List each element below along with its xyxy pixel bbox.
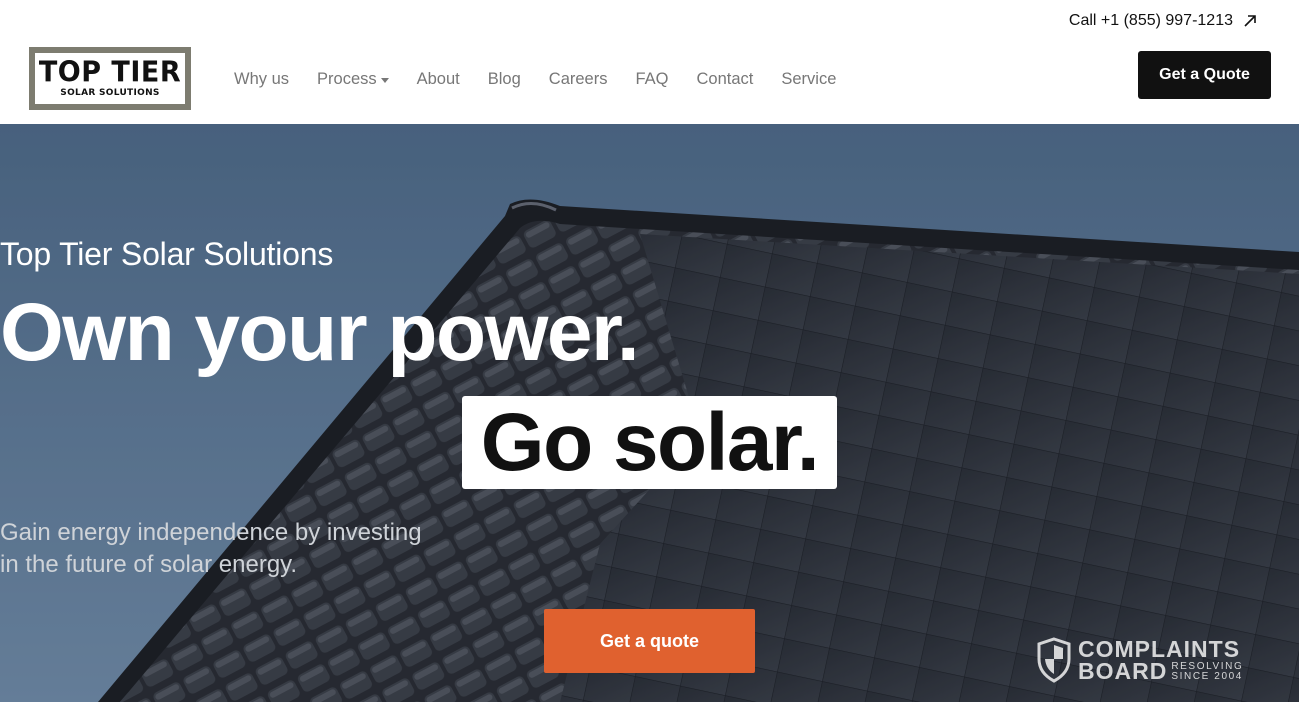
nav-label: Why us <box>234 70 290 88</box>
nav-label: Process <box>317 70 377 88</box>
site-header: Call +1 (855) 997-1213 TOP TIER SOLAR SO… <box>0 0 1299 124</box>
call-link[interactable]: Call +1 (855) 997-1213 <box>1069 12 1257 30</box>
nav-label: About <box>416 70 460 88</box>
badge-line-1: COMPLAINTS <box>1078 636 1241 662</box>
hero-kicker: Top Tier Solar Solutions <box>0 236 334 272</box>
nav-item-faq[interactable]: FAQ <box>621 69 682 89</box>
hero-subtitle-line-2: in the future of solar energy. <box>0 551 298 578</box>
logo-mark: TOP TIER SOLAR SOLUTIONS <box>35 53 185 104</box>
caret-down-icon <box>380 77 389 83</box>
nav-label: FAQ <box>635 70 669 88</box>
nav-label: Careers <box>548 70 608 88</box>
hero-highlight-box: Go solar. <box>462 396 837 489</box>
nav-item-why-us[interactable]: Why us <box>220 69 303 89</box>
nav-label: Service <box>781 70 837 88</box>
main-nav: Why us Process About Blog Careers FAQ Co… <box>220 69 850 89</box>
nav-item-contact[interactable]: Contact <box>682 69 767 89</box>
logo-main-text: TOP TIER <box>38 56 182 89</box>
hero-subtitle-line-1: Gain energy independence by investing <box>0 519 422 546</box>
nav-label: Contact <box>696 70 754 88</box>
hero-section: Top Tier Solar Solutions Own your power.… <box>0 124 1299 702</box>
nav-label: Blog <box>487 70 521 88</box>
badge-tagline: RESOLVING SINCE 2004 <box>1171 662 1243 682</box>
badge-line-2: BOARD <box>1078 658 1168 684</box>
nav-item-careers[interactable]: Careers <box>535 69 622 89</box>
hero-get-a-quote-button[interactable]: Get a quote <box>544 609 755 673</box>
badge-text: COMPLAINTS BOARD RESOLVING SINCE 2004 <box>1078 636 1243 684</box>
hero-subtitle: Gain energy independence by investing in… <box>0 517 1299 581</box>
nav-item-service[interactable]: Service <box>767 69 850 89</box>
logo-sub-text: SOLAR SOLUTIONS <box>60 88 160 98</box>
complaints-board-badge[interactable]: COMPLAINTS BOARD RESOLVING SINCE 2004 <box>1036 636 1251 684</box>
nav-item-process[interactable]: Process <box>303 69 403 89</box>
nav-item-about[interactable]: About <box>403 69 474 89</box>
logo[interactable]: TOP TIER SOLAR SOLUTIONS <box>29 47 191 110</box>
hero-headline: Own your power. <box>0 287 640 378</box>
nav-item-blog[interactable]: Blog <box>474 69 535 89</box>
shield-icon <box>1037 637 1071 683</box>
external-arrow-icon <box>1244 15 1256 27</box>
hero-highlight-text: Go solar. <box>480 396 820 488</box>
badge-row-2: BOARD RESOLVING SINCE 2004 <box>1078 658 1243 684</box>
call-label: Call +1 (855) 997-1213 <box>1068 12 1233 29</box>
get-a-quote-button[interactable]: Get a Quote <box>1138 51 1271 99</box>
badge-tag-2: SINCE 2004 <box>1171 671 1243 682</box>
